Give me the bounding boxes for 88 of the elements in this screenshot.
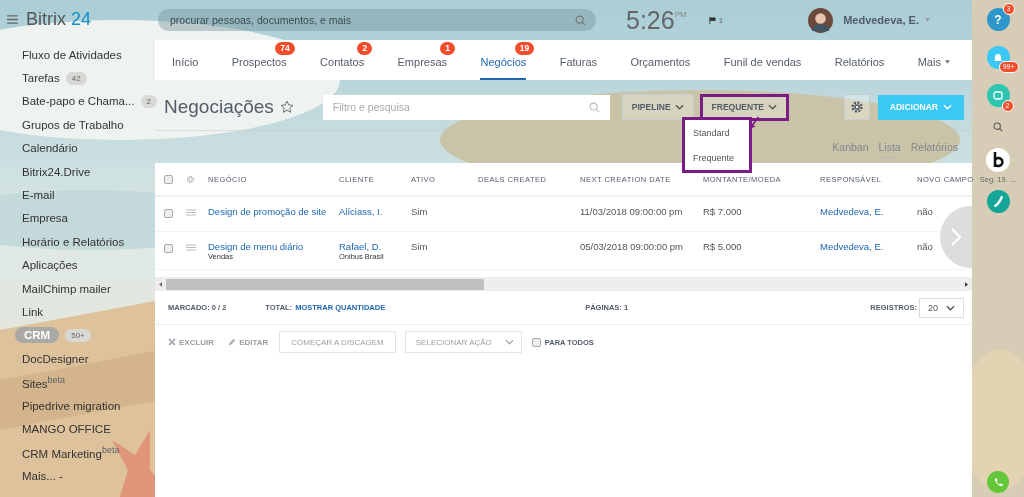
pencil-icon[interactable] [228, 338, 237, 346]
sidebar-item[interactable]: Link [22, 306, 44, 318]
contact-icon[interactable] [986, 148, 1010, 172]
checkbox[interactable] [164, 244, 173, 253]
settings-icon[interactable] [186, 174, 195, 184]
scroll-right-icon[interactable] [965, 281, 968, 287]
caret-icon[interactable] [944, 60, 950, 64]
sidebar-item[interactable]: CRM Marketing$^{beta}$ [22, 444, 120, 460]
tab[interactable]: Orçamentos [630, 56, 691, 80]
deal-link[interactable]: Design de menu diário [208, 241, 339, 252]
clock-time: 5:26 [626, 5, 675, 35]
sidebar-item[interactable]: Empresa [22, 212, 69, 225]
sidebar-item[interactable]: Pipedrive migration [22, 399, 121, 412]
sidebar-item[interactable]: DocDesigner [22, 352, 89, 365]
deal-link[interactable]: Design de promoção de site [208, 206, 339, 217]
menu-item[interactable]: Frequente [693, 152, 749, 163]
count-badge: 1 [440, 42, 456, 55]
pipeline-button[interactable]: PIPELINE [621, 94, 694, 120]
tab[interactable]: Início [172, 56, 199, 80]
sidebar-item[interactable]: Sites$^{beta}$ [22, 374, 66, 390]
drag-handle-icon[interactable] [186, 209, 196, 216]
tab[interactable]: Relatórios [834, 56, 885, 80]
flag-count: 1 [718, 15, 724, 25]
settings-button[interactable] [843, 94, 870, 120]
chevron-down-icon [768, 104, 777, 110]
table-cell-text: Sim [411, 206, 429, 217]
sidebar-item[interactable]: Mais... - [22, 469, 63, 482]
sidebar-item[interactable]: MANGO OFFICE [22, 422, 111, 435]
logo[interactable]: Bitrix 24 [26, 9, 92, 30]
sidebar-item[interactable]: E-mail [22, 189, 55, 202]
sidebar-item[interactable]: Horário e Relatórios [22, 235, 125, 248]
gear-icon [849, 100, 864, 114]
sidebar-item[interactable]: Calendário [22, 142, 78, 155]
chat-icon [992, 89, 1004, 102]
tab[interactable]: Contatos [320, 56, 365, 80]
sidebar-item[interactable]: MailChimp mailer [22, 282, 111, 295]
checkbox[interactable] [164, 209, 173, 218]
avatar-icon[interactable] [808, 7, 834, 33]
menu-item[interactable]: Standard [693, 127, 749, 138]
client-link[interactable]: Rafael, D. [339, 241, 411, 252]
search-icon [575, 14, 586, 26]
chevron-down-icon [674, 104, 684, 110]
count-badge: 74 [275, 42, 295, 55]
checkbox[interactable] [164, 174, 173, 184]
chevron-down-icon [946, 304, 955, 311]
tab[interactable]: Faturas [559, 56, 597, 80]
tab[interactable]: Empresas [397, 56, 448, 80]
filter-field[interactable]: Filtro e pesquisa [322, 94, 610, 120]
table-cell-text: 11/03/2018 09:00:00 pm [580, 206, 684, 217]
sidebar-item[interactable]: Aplicações [22, 259, 78, 272]
close-icon[interactable] [168, 338, 176, 346]
page-title: Negociações [164, 96, 274, 118]
tab[interactable]: Negócios [480, 56, 527, 80]
chevron-down-icon [504, 339, 514, 345]
bell-icon [992, 51, 1004, 64]
sidebar-item[interactable]: Tarefas [22, 72, 60, 85]
sidebar-item[interactable]: Grupos de Trabalho [22, 118, 124, 131]
sidebar-item[interactable]: Fluxo de Atividades [22, 48, 122, 61]
chevron-right-icon [951, 228, 961, 246]
search-icon[interactable] [993, 122, 1003, 132]
responsible-link[interactable]: Medvedeva, E. [820, 206, 917, 217]
drag-handle-icon[interactable] [186, 244, 196, 251]
scroll-left-icon[interactable] [159, 281, 162, 287]
tab[interactable]: Prospectos [231, 56, 287, 80]
search-icon [588, 101, 600, 113]
table-cell-text: não [917, 241, 934, 252]
horizontal-scrollbar[interactable] [155, 277, 972, 291]
user-name[interactable]: Medvedeva, E. [843, 14, 919, 26]
clock-period: PM [674, 10, 687, 19]
table-cell-text: R$ 5.000 [703, 241, 743, 252]
flag-icon[interactable] [708, 16, 716, 24]
checkbox[interactable] [531, 337, 541, 347]
count-badge: 19 [514, 42, 535, 55]
chevron-down-icon [943, 104, 952, 110]
star-icon[interactable] [279, 100, 294, 114]
client-link[interactable]: Alíciass, I. [339, 206, 411, 217]
table-cell-text: R$ 7.000 [703, 206, 743, 217]
table-cell-text: Sim [411, 241, 429, 252]
sidebar-item[interactable]: Bitrix24.Drive [22, 165, 91, 178]
menu-icon[interactable] [7, 15, 18, 24]
sidebar-item[interactable]: Bate-papo e Chama... [22, 95, 135, 108]
count-badge: 2 [357, 42, 373, 55]
tab[interactable]: Mais [917, 56, 941, 80]
table-cell-text: não [917, 206, 934, 217]
tab[interactable]: Funil de vendas [723, 56, 802, 80]
responsible-link[interactable]: Medvedeva, E. [820, 241, 917, 252]
table-cell-text: 05/03/2018 09:00:00 pm [580, 241, 684, 252]
records-select[interactable]: 20 [919, 297, 964, 318]
